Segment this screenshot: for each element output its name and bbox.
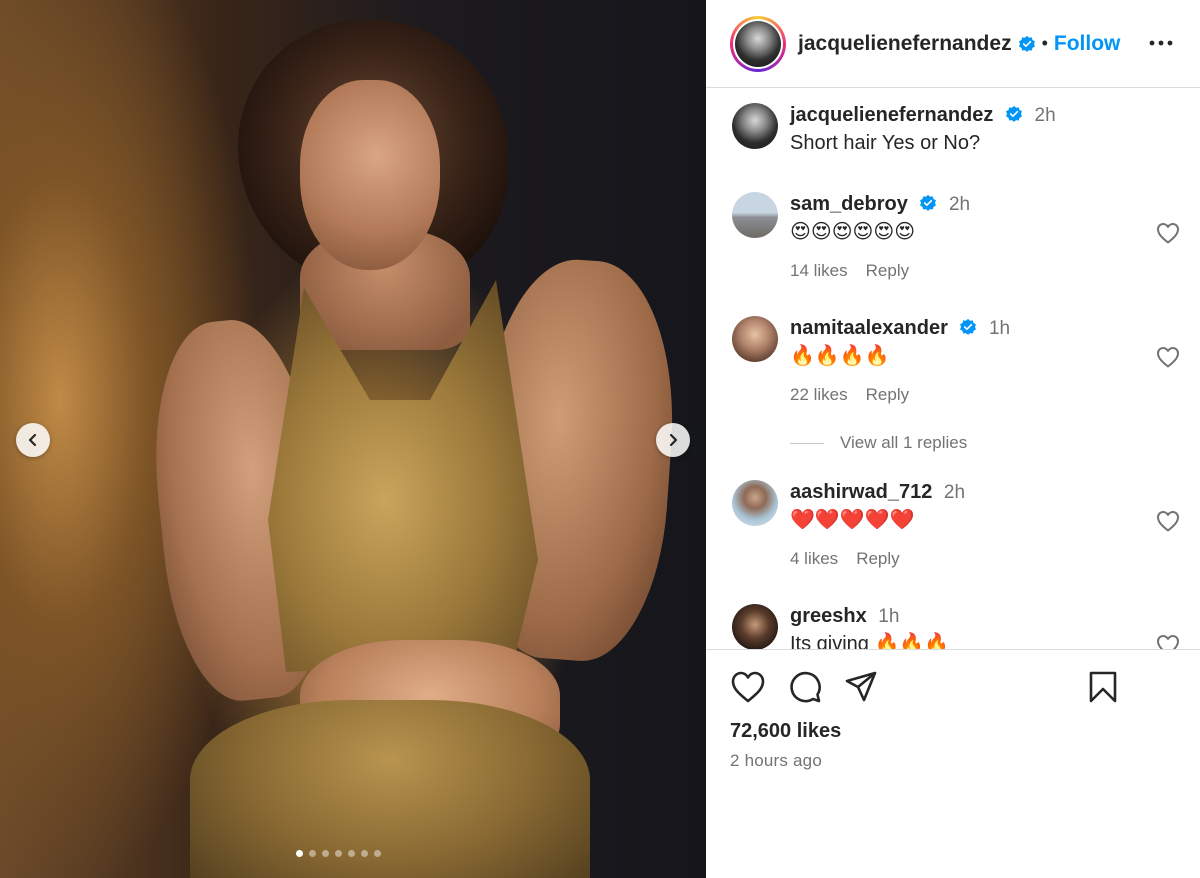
more-options-icon xyxy=(1149,40,1173,46)
carousel-next-button[interactable] xyxy=(656,423,690,457)
comment-likes[interactable]: 22 likes xyxy=(790,385,848,404)
comment-text: Its giving 🔥🔥🔥 xyxy=(790,633,950,649)
reply-button[interactable]: Reply xyxy=(856,549,899,568)
comment-time: 1h xyxy=(988,318,1011,339)
comment-item: sam_debroy 2h 😍😍😍😍😍😍 14 likes Reply xyxy=(730,192,1180,281)
comment-username[interactable]: aashirwad_712 xyxy=(790,481,932,503)
carousel-dot xyxy=(348,850,355,857)
verified-badge-icon xyxy=(960,318,977,335)
verified-badge-icon xyxy=(920,194,937,211)
comment-icon xyxy=(790,671,821,703)
caption-username[interactable]: jacquelienefernandez xyxy=(790,104,993,126)
heart-icon xyxy=(1157,347,1179,368)
comment-username[interactable]: greeshx xyxy=(790,605,867,627)
comment-button[interactable] xyxy=(788,670,822,709)
post-image xyxy=(0,0,706,878)
verified-badge-icon xyxy=(1006,105,1022,122)
avatar[interactable] xyxy=(732,103,778,149)
comment-text: 🔥🔥🔥🔥 xyxy=(790,345,890,367)
avatar xyxy=(735,20,781,67)
comment-likes[interactable]: 14 likes xyxy=(790,261,848,280)
post-timestamp: 2 hours ago xyxy=(730,751,822,770)
view-replies-button[interactable]: View all 1 replies xyxy=(790,433,967,453)
image-detail xyxy=(190,700,590,878)
avatar[interactable] xyxy=(732,604,778,649)
post-actions: 72,600 likes 2 hours ago xyxy=(706,649,1200,878)
comment-item: namitaalexander 1h 🔥🔥🔥🔥 22 likes Reply xyxy=(730,316,1180,405)
carousel-prev-button[interactable] xyxy=(16,423,50,457)
chevron-left-icon xyxy=(28,433,37,447)
like-comment-button[interactable] xyxy=(1156,634,1180,649)
avatar[interactable] xyxy=(732,316,778,362)
comment-likes[interactable]: 4 likes xyxy=(790,549,838,568)
heart-icon xyxy=(1157,635,1179,649)
post-header: jacquelienefernandez • Follow xyxy=(706,0,1200,88)
verified-badge-icon xyxy=(1018,35,1035,52)
separator: • xyxy=(1041,33,1048,53)
comments-list[interactable]: jacquelienefernandez 2h Short hair Yes o… xyxy=(706,89,1200,649)
bookmark-icon xyxy=(1089,671,1117,703)
heart-icon xyxy=(731,671,765,703)
heart-icon xyxy=(1157,511,1179,532)
like-button[interactable] xyxy=(730,670,766,709)
likes-count[interactable]: 72,600 likes xyxy=(730,720,841,743)
comment-username[interactable]: sam_debroy xyxy=(790,193,908,215)
share-icon xyxy=(845,671,877,702)
comment-time: 2h xyxy=(948,194,971,215)
carousel-dot xyxy=(322,850,329,857)
carousel-dot xyxy=(374,850,381,857)
comment-username[interactable]: namitaalexander xyxy=(790,317,948,339)
view-replies-label[interactable]: View all 1 replies xyxy=(840,433,967,453)
like-comment-button[interactable] xyxy=(1156,346,1180,373)
carousel-indicator xyxy=(296,850,381,857)
share-button[interactable] xyxy=(844,670,878,709)
post-caption: jacquelienefernandez 2h Short hair Yes o… xyxy=(730,103,1180,156)
avatar[interactable] xyxy=(732,480,778,526)
caption-text: Short hair Yes or No? xyxy=(790,132,981,154)
post-side-panel: jacquelienefernandez • Follow jacquelien… xyxy=(706,0,1200,878)
reply-button[interactable]: Reply xyxy=(866,385,909,404)
comment-item: aashirwad_712 2h ❤️❤️❤️❤️❤️ 4 likes Reply xyxy=(730,480,1180,569)
caption-time: 2h xyxy=(1034,105,1056,126)
author-username[interactable]: jacquelienefernandez xyxy=(798,32,1012,56)
save-button[interactable] xyxy=(1088,670,1118,709)
carousel-dot xyxy=(309,850,316,857)
heart-icon xyxy=(1157,223,1179,244)
like-comment-button[interactable] xyxy=(1156,510,1180,537)
carousel-dot xyxy=(296,850,303,857)
comment-item: greeshx 1h Its giving 🔥🔥🔥 xyxy=(730,604,1180,649)
comment-time: 2h xyxy=(943,482,966,503)
like-comment-button[interactable] xyxy=(1156,222,1180,249)
carousel-dot xyxy=(335,850,342,857)
comment-text: 😍😍😍😍😍😍 xyxy=(790,221,916,243)
author-avatar-ring[interactable] xyxy=(730,15,786,72)
image-detail xyxy=(300,80,440,270)
comment-time: 1h xyxy=(878,606,900,627)
more-options-button[interactable] xyxy=(1148,30,1174,61)
chevron-right-icon xyxy=(669,433,678,447)
carousel-dot xyxy=(361,850,368,857)
reply-button[interactable]: Reply xyxy=(866,261,909,280)
avatar[interactable] xyxy=(732,192,778,238)
comment-text: ❤️❤️❤️❤️❤️ xyxy=(790,509,915,531)
follow-button[interactable]: Follow xyxy=(1054,32,1121,56)
divider xyxy=(790,442,824,444)
